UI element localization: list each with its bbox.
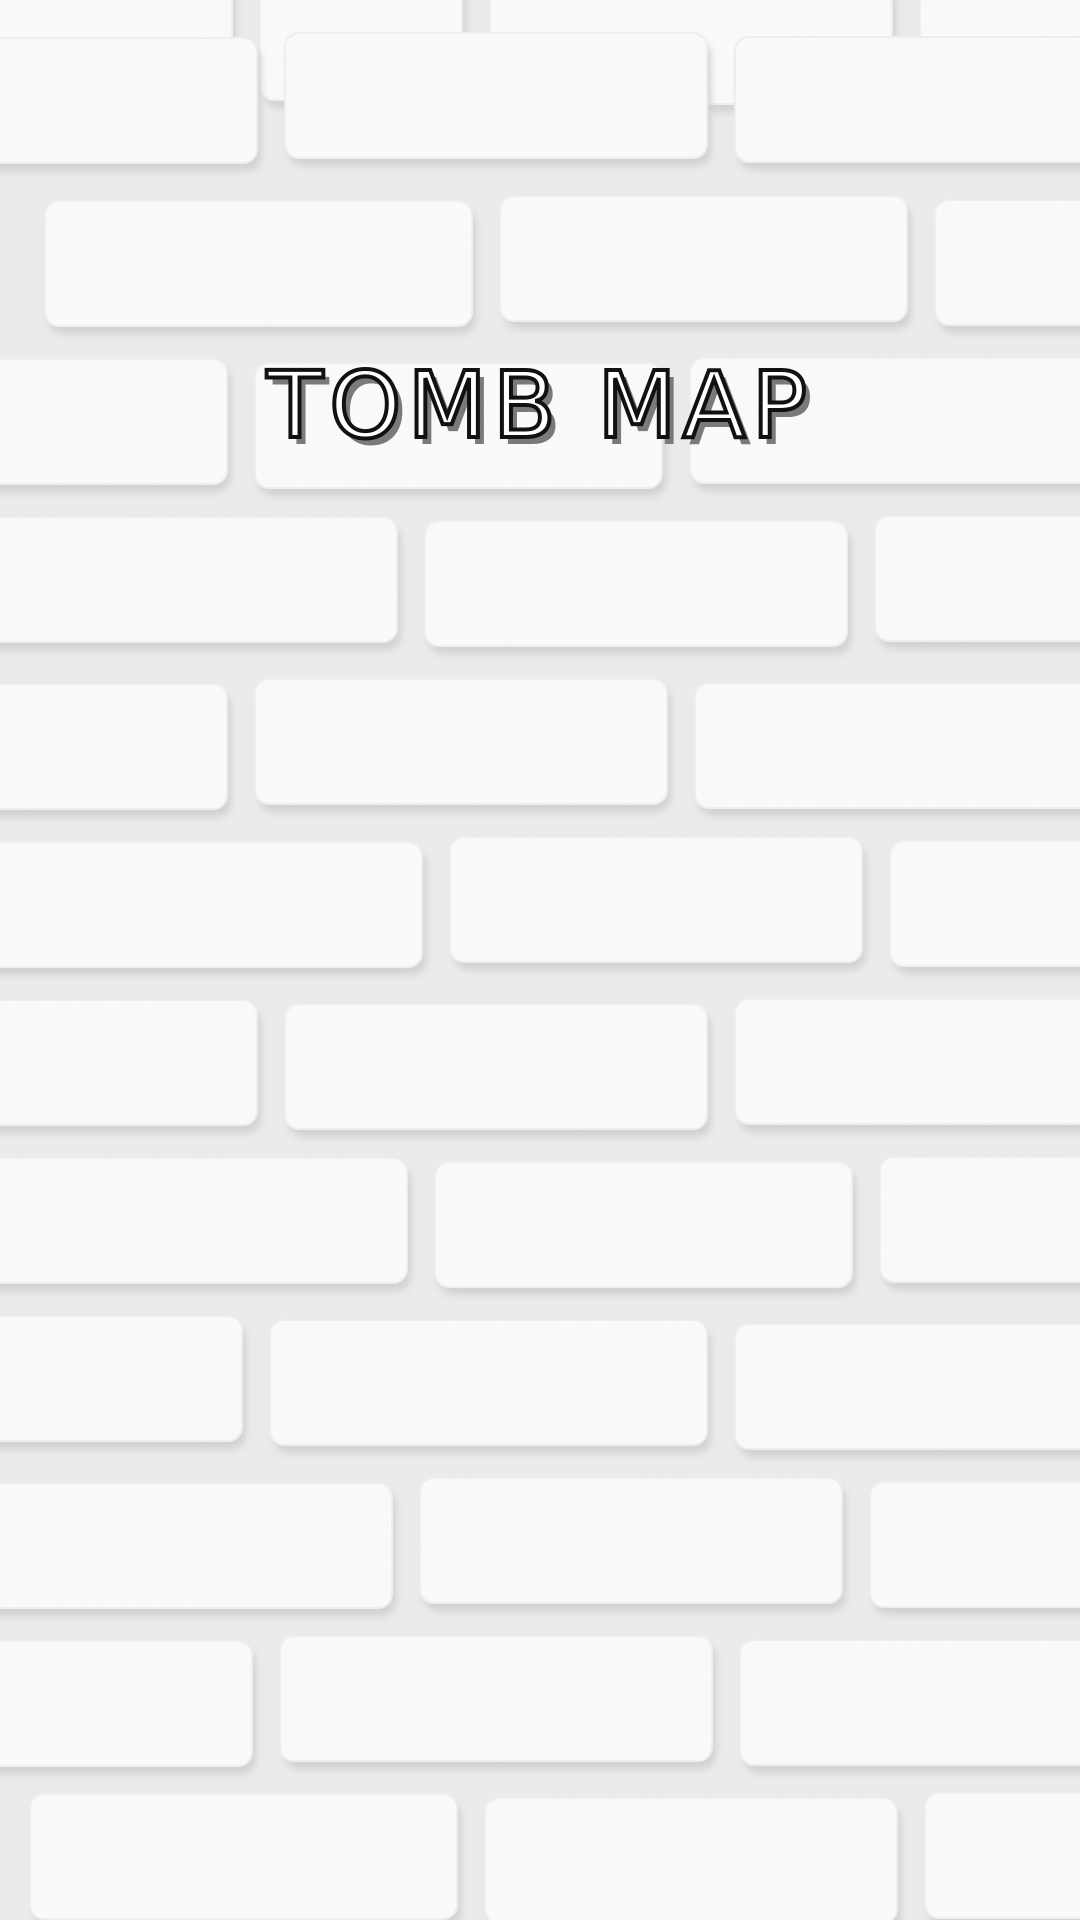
brick <box>434 1161 853 1288</box>
brick <box>739 1639 1080 1766</box>
brick <box>0 1157 408 1284</box>
brick <box>694 682 1080 809</box>
brick <box>29 1793 458 1920</box>
brick <box>284 32 708 159</box>
brick <box>499 195 908 322</box>
brick <box>0 516 398 643</box>
white-brick-wall-background <box>0 0 1080 1920</box>
brick <box>0 1482 393 1609</box>
brick <box>44 200 473 327</box>
brick <box>934 199 1080 326</box>
brick <box>0 1315 243 1442</box>
brick <box>424 520 848 647</box>
brick <box>734 1323 1080 1450</box>
brick <box>0 999 258 1126</box>
brick <box>254 678 668 805</box>
brick <box>889 840 1080 967</box>
brick <box>869 1481 1080 1608</box>
brick <box>734 998 1080 1125</box>
brick <box>449 836 863 963</box>
brick <box>0 683 228 810</box>
brick <box>0 1640 253 1767</box>
brick <box>419 1477 843 1604</box>
brick <box>0 37 258 164</box>
brick <box>269 1319 708 1446</box>
game-title: TOMB MAP <box>265 352 814 459</box>
brick <box>484 1797 898 1920</box>
brick <box>874 515 1080 642</box>
brick <box>284 1003 708 1130</box>
brick <box>879 1156 1080 1283</box>
brick <box>0 841 423 968</box>
title-screen: TOMB MAP <box>0 0 1080 1920</box>
brick <box>734 36 1080 163</box>
brick <box>279 1635 713 1762</box>
brick <box>924 1792 1080 1919</box>
